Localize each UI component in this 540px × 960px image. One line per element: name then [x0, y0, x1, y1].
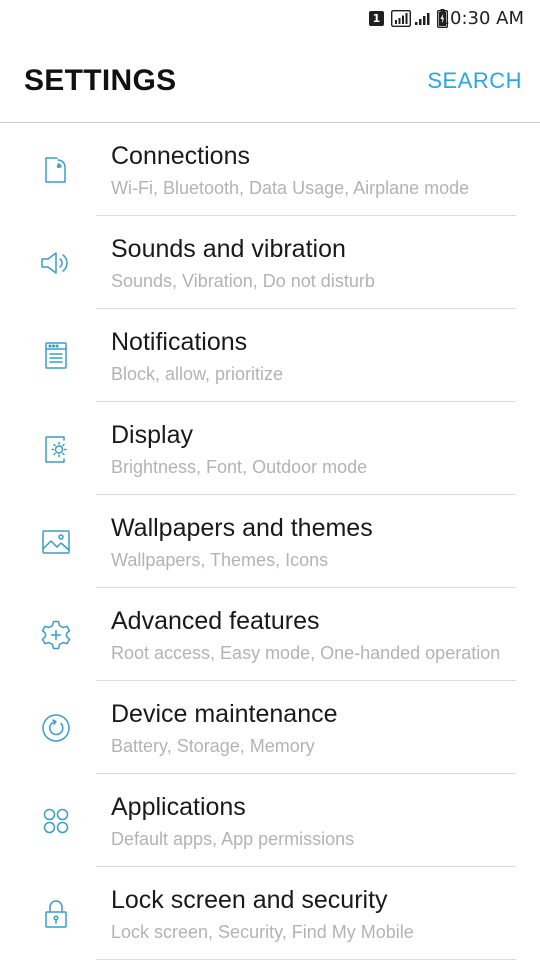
notifications-icon — [38, 338, 74, 374]
applications-icon — [38, 803, 74, 839]
sim-card-icon: 1 — [369, 11, 384, 26]
search-button[interactable]: SEARCH — [427, 68, 522, 94]
sound-icon — [38, 245, 74, 281]
settings-item-lock-screen[interactable]: Lock screen and security Lock screen, Se… — [0, 867, 540, 960]
page-title: SETTINGS — [24, 64, 177, 97]
settings-item-advanced[interactable]: Advanced features Root access, Easy mode… — [0, 588, 540, 681]
setting-subtitle: Root access, Easy mode, One-handed opera… — [111, 643, 501, 663]
settings-item-wallpapers[interactable]: Wallpapers and themes Wallpapers, Themes… — [0, 495, 540, 588]
setting-title: Connections — [111, 142, 250, 170]
wallpaper-icon — [38, 524, 74, 560]
advanced-features-icon — [38, 617, 74, 653]
device-maintenance-icon — [38, 710, 74, 746]
setting-subtitle: Wallpapers, Themes, Icons — [111, 550, 329, 570]
setting-subtitle: Battery, Storage, Memory — [111, 736, 315, 756]
signal-strength-icon — [415, 11, 433, 31]
setting-title: Advanced features — [111, 607, 320, 635]
setting-subtitle: Wi-Fi, Bluetooth, Data Usage, Airplane m… — [111, 178, 470, 198]
status-time: 10:30 AM — [438, 8, 524, 29]
setting-subtitle: Block, allow, prioritize — [111, 364, 284, 384]
setting-title: Wallpapers and themes — [111, 514, 373, 542]
setting-subtitle: Default apps, App permissions — [111, 829, 355, 849]
settings-item-display[interactable]: Display Brightness, Font, Outdoor mode — [0, 402, 540, 495]
settings-item-connections[interactable]: Connections Wi-Fi, Bluetooth, Data Usage… — [0, 123, 540, 216]
connections-icon — [38, 152, 74, 188]
setting-title: Display — [111, 421, 193, 449]
display-icon — [38, 431, 74, 467]
setting-title: Lock screen and security — [111, 886, 388, 914]
settings-item-applications[interactable]: Applications Default apps, App permissio… — [0, 774, 540, 867]
setting-title: Device maintenance — [111, 700, 338, 728]
status-bar: 1 10:30 AM — [0, 0, 540, 38]
settings-list: Connections Wi-Fi, Bluetooth, Data Usage… — [0, 123, 540, 960]
settings-item-notifications[interactable]: Notifications Block, allow, prioritize — [0, 309, 540, 402]
settings-item-device-maintenance[interactable]: Device maintenance Battery, Storage, Mem… — [0, 681, 540, 774]
settings-item-sounds[interactable]: Sounds and vibration Sounds, Vibration, … — [0, 216, 540, 309]
setting-title: Sounds and vibration — [111, 235, 346, 263]
lock-icon — [38, 896, 74, 932]
setting-subtitle: Sounds, Vibration, Do not disturb — [111, 271, 375, 291]
setting-title: Notifications — [111, 328, 248, 356]
setting-subtitle: Lock screen, Security, Find My Mobile — [111, 922, 414, 942]
setting-subtitle: Brightness, Font, Outdoor mode — [111, 457, 368, 477]
header: SETTINGS SEARCH — [0, 38, 540, 123]
signal-strength-icon — [390, 9, 412, 32]
setting-title: Applications — [111, 793, 246, 821]
